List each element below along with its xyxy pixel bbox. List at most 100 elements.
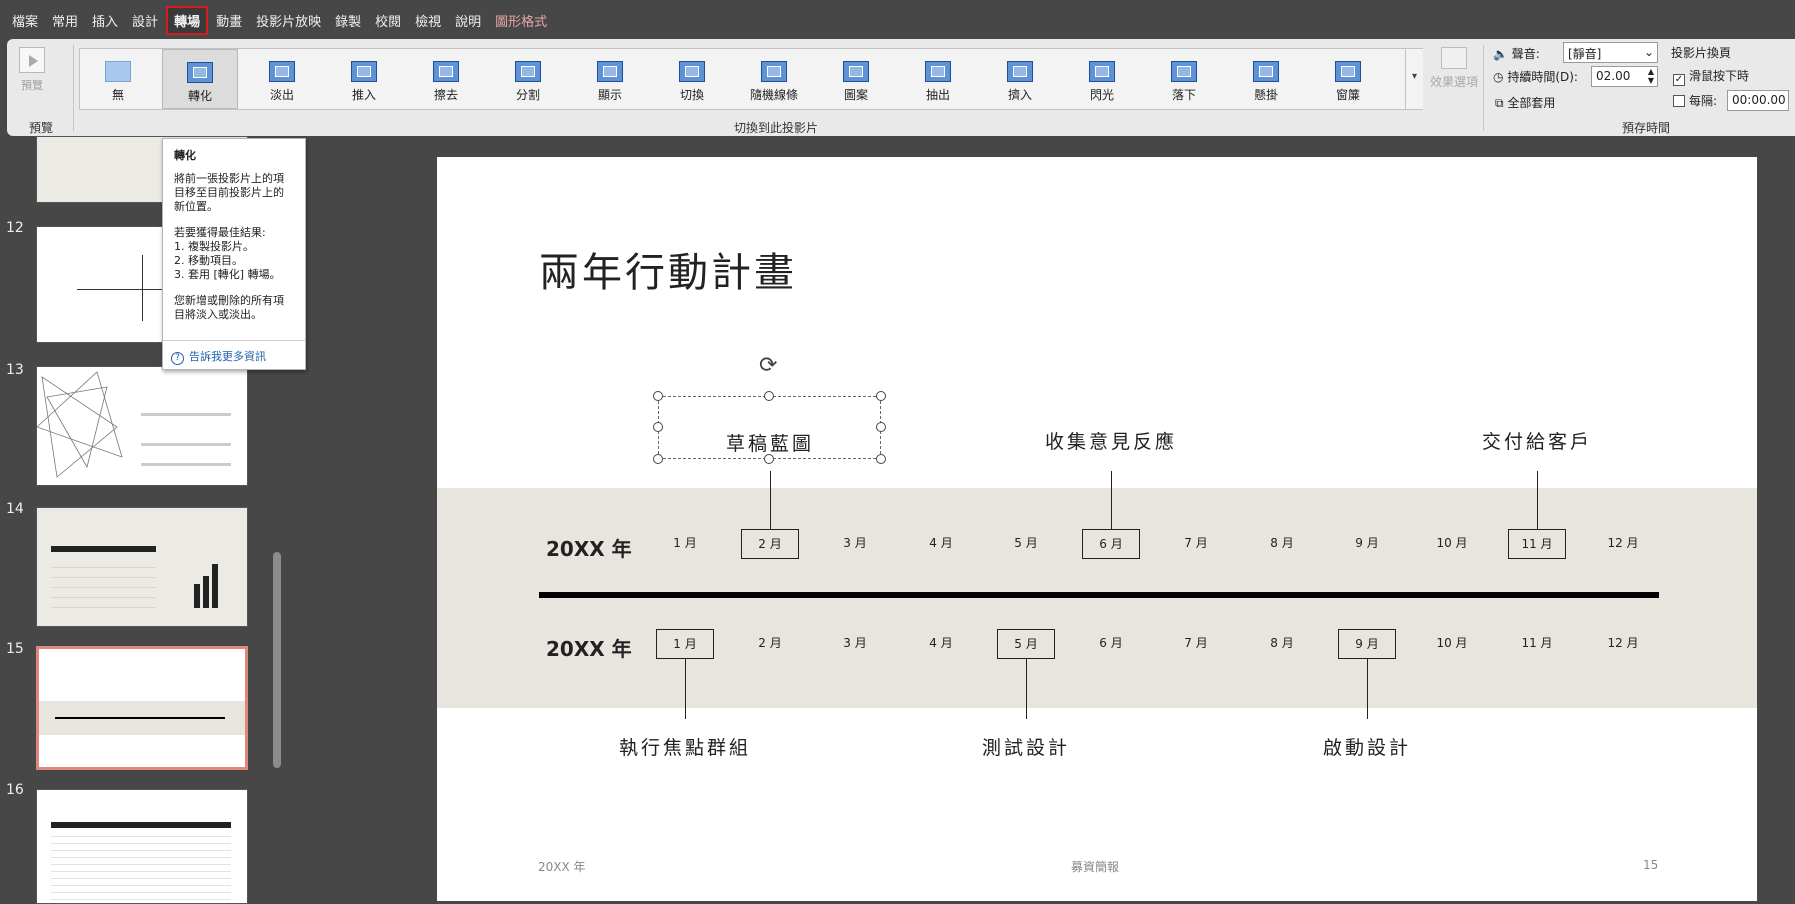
tooltip-body: 將前一張投影片上的項目移至目前投影片上的新位置。: [174, 172, 284, 213]
menu-file[interactable]: 檔案: [6, 6, 44, 35]
month-label: 4 月: [929, 536, 953, 550]
resize-handle[interactable]: [764, 391, 774, 401]
resize-handle[interactable]: [653, 422, 663, 432]
slide-thumbnail-16[interactable]: [36, 789, 248, 904]
milestone-label[interactable]: 啟動設計: [1323, 733, 1411, 760]
connector-line: [1111, 471, 1112, 529]
transition-label: 淡出: [269, 88, 294, 102]
morph-shape-icon: [193, 67, 207, 78]
split-shape-icon: [521, 66, 535, 77]
menu-transitions[interactable]: 轉場: [166, 5, 209, 35]
slide-number: 16: [6, 782, 24, 798]
milestone-label[interactable]: 收集意見反應: [1045, 427, 1177, 454]
month-box[interactable]: 5 月: [997, 629, 1055, 659]
after-time-input[interactable]: 00:00.00: [1727, 90, 1789, 111]
thumb-table: [51, 830, 231, 900]
transition-shape[interactable]: 圖案: [818, 49, 894, 109]
transition-uncover[interactable]: 抽出: [900, 49, 976, 109]
preview-button[interactable]: 預覽: [17, 47, 47, 93]
month-label: 2 月: [758, 636, 782, 650]
menu-home[interactable]: 常用: [46, 6, 84, 35]
menu-animations[interactable]: 動畫: [210, 6, 248, 35]
slide-thumbnail-13[interactable]: [36, 366, 248, 486]
transition-split[interactable]: 分割: [490, 49, 566, 109]
random-bars-shape-icon: [767, 66, 781, 77]
slide-number: 13: [6, 362, 24, 378]
transition-cut[interactable]: 切換: [654, 49, 730, 109]
month-label: 7 月: [1184, 636, 1208, 650]
menu-view[interactable]: 檢視: [409, 6, 447, 35]
month-box[interactable]: 9 月: [1338, 629, 1396, 659]
after-checkbox[interactable]: 每隔:: [1673, 92, 1717, 109]
month-box[interactable]: 11 月: [1508, 529, 1566, 559]
menu-review[interactable]: 校閱: [369, 6, 407, 35]
transition-push[interactable]: 推入: [326, 49, 402, 109]
tell-me-more-link[interactable]: ? 告訴我更多資訊: [171, 348, 266, 365]
month-label: 3 月: [843, 536, 867, 550]
slide-number: 14: [6, 501, 24, 517]
preview-icon: [19, 47, 45, 73]
milestone-label[interactable]: 執行焦點群組: [619, 733, 751, 760]
duration-label-text: 持續時間(D):: [1507, 70, 1578, 84]
footer-center: 募資簡報: [1071, 860, 1120, 874]
month-label: 12 月: [1607, 536, 1639, 550]
selected-textbox-outline[interactable]: [658, 396, 881, 459]
menu-shape-format[interactable]: 圖形格式: [489, 6, 553, 35]
gallery-more-button[interactable]: ▾: [1405, 49, 1423, 109]
transition-random-bars[interactable]: 隨機線條: [736, 49, 812, 109]
chevron-down-icon: ⌄: [1643, 45, 1654, 59]
slide-title[interactable]: 兩年行動計畫: [539, 240, 797, 298]
resize-handle[interactable]: [876, 454, 886, 464]
timeline-axis[interactable]: [539, 592, 1659, 598]
menu-record[interactable]: 錄製: [329, 6, 367, 35]
menu-slideshow[interactable]: 投影片放映: [250, 6, 327, 35]
resize-handle[interactable]: [876, 422, 886, 432]
transition-reveal[interactable]: 顯示: [572, 49, 648, 109]
transition-fade[interactable]: 淡出: [244, 49, 320, 109]
transition-wipe[interactable]: 擦去: [408, 49, 484, 109]
month-label: 3 月: [843, 636, 867, 650]
sound-dropdown[interactable]: [靜音] ⌄: [1563, 42, 1658, 63]
resize-handle[interactable]: [653, 454, 663, 464]
transition-flash[interactable]: 閃光: [1064, 49, 1140, 109]
slide-thumbnail-15[interactable]: [36, 646, 248, 770]
year-label-2[interactable]: 20XX 年: [546, 633, 632, 662]
slide-thumbnail-14[interactable]: [36, 507, 248, 627]
month-label: 8 月: [1270, 636, 1294, 650]
effect-options-button[interactable]: 效果選項: [1429, 47, 1479, 90]
on-click-checkbox[interactable]: ✓ 滑鼠按下時: [1673, 67, 1749, 86]
connector-line: [685, 659, 686, 719]
scrollbar-thumb[interactable]: [273, 552, 281, 768]
duration-input[interactable]: 02.00 ▲ ▼: [1591, 66, 1658, 87]
transition-fall-over[interactable]: 落下: [1146, 49, 1222, 109]
menu-insert[interactable]: 插入: [86, 6, 124, 35]
milestone-label[interactable]: 測試設計: [982, 733, 1070, 760]
month-box[interactable]: 6 月: [1082, 529, 1140, 559]
resize-handle[interactable]: [653, 391, 663, 401]
transition-curtains[interactable]: 窗簾: [1310, 49, 1386, 109]
checkmark-icon: ✓: [1673, 74, 1685, 86]
month-box[interactable]: 1 月: [656, 629, 714, 659]
transition-curtains-icon: [1335, 61, 1361, 82]
transition-drape[interactable]: 懸掛: [1228, 49, 1304, 109]
apply-all-button[interactable]: ⧉ 全部套用: [1495, 94, 1555, 111]
rotate-handle-icon[interactable]: ⟳: [759, 353, 777, 378]
drape-shape-icon: [1259, 66, 1273, 77]
resize-handle[interactable]: [876, 391, 886, 401]
thumb-text: [141, 413, 231, 416]
apply-all-label: 全部套用: [1507, 96, 1556, 110]
resize-handle[interactable]: [764, 454, 774, 464]
transition-morph[interactable]: 轉化: [162, 49, 238, 109]
menu-design[interactable]: 設計: [126, 6, 164, 35]
milestone-label[interactable]: 交付給客戶: [1482, 427, 1592, 454]
month-label: 8 月: [1270, 536, 1294, 550]
connector-line: [1367, 659, 1368, 719]
menu-help[interactable]: 說明: [449, 6, 487, 35]
transition-label: 閃光: [1089, 88, 1114, 102]
transition-morph-icon: [187, 62, 213, 83]
transition-cover[interactable]: 擠入: [982, 49, 1058, 109]
slide-canvas[interactable]: 兩年行動計畫 20XX 年 20XX 年 1 月 2 月 3 月 4 月 5 月…: [437, 157, 1757, 901]
transition-none[interactable]: 無: [80, 49, 156, 109]
year-label-1[interactable]: 20XX 年: [546, 533, 632, 562]
month-box[interactable]: 2 月: [741, 529, 799, 559]
